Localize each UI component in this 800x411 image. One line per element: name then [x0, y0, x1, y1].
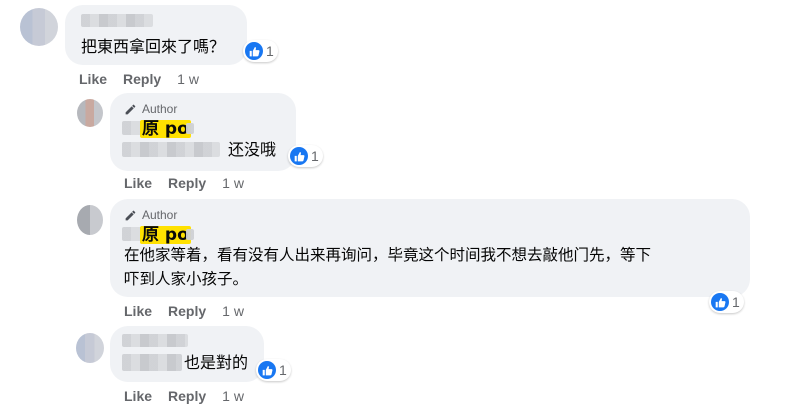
pencil-icon — [125, 210, 136, 220]
comment-text: 也是對的 — [184, 353, 249, 372]
like-thumb-icon — [711, 293, 729, 311]
original-poster-tag: 原 po — [140, 225, 191, 245]
comment-bubble: 也是對的 — [110, 326, 264, 382]
comment-actions: Like Reply 1 w — [79, 71, 199, 87]
like-thumb-icon — [245, 42, 263, 60]
comment-actions: Like Reply 1 w — [124, 388, 244, 404]
reply-link[interactable]: Reply — [168, 388, 206, 404]
timestamp[interactable]: 1 w — [222, 303, 244, 319]
comment-text-line-1: 在他家等着，看有没有人出来再询问，毕竟这个时间我不想去敲他门先，等下 — [124, 246, 652, 264]
reaction-count[interactable]: 1 — [288, 145, 323, 167]
reaction-count[interactable]: 1 — [709, 291, 744, 313]
like-thumb-icon — [258, 361, 276, 379]
like-link[interactable]: Like — [124, 175, 152, 191]
comment-text-line-2: 吓到人家小孩子。 — [124, 270, 249, 288]
reaction-count[interactable]: 1 — [256, 359, 291, 381]
avatar[interactable] — [76, 333, 104, 363]
reply-link[interactable]: Reply — [123, 71, 161, 87]
reaction-number: 1 — [732, 294, 740, 310]
blurred-username — [186, 123, 194, 134]
original-poster-tag: 原 po — [140, 119, 191, 139]
like-link[interactable]: Like — [124, 303, 152, 319]
blurred-text — [122, 354, 182, 371]
comment-bubble: Author 原 po 在他家等着，看有没有人出来再询问，毕竟这个时间我不想去敲… — [110, 199, 750, 297]
timestamp[interactable]: 1 w — [222, 175, 244, 191]
author-label: Author — [142, 102, 178, 116]
pencil-icon — [125, 104, 136, 114]
avatar[interactable] — [77, 205, 103, 235]
blurred-username[interactable] — [122, 227, 142, 241]
like-link[interactable]: Like — [124, 388, 152, 404]
comment-bubble: Author 原 po 还没哦 — [110, 93, 296, 171]
blurred-username[interactable] — [122, 121, 142, 135]
comment-bubble: 把東西拿回來了嗎？ — [65, 5, 247, 65]
reaction-count[interactable]: 1 — [243, 40, 278, 62]
avatar[interactable] — [77, 99, 103, 127]
timestamp[interactable]: 1 w — [177, 71, 199, 87]
comment-text: 还没哦 — [228, 140, 277, 159]
reaction-number: 1 — [311, 148, 319, 164]
blurred-username[interactable] — [81, 14, 153, 27]
like-thumb-icon — [290, 147, 308, 165]
avatar[interactable] — [20, 8, 58, 46]
author-badge: Author — [124, 208, 177, 222]
blurred-username[interactable] — [122, 334, 188, 347]
reaction-number: 1 — [266, 43, 274, 59]
comment-actions: Like Reply 1 w — [124, 303, 244, 319]
blurred-text — [122, 142, 220, 157]
reaction-number: 1 — [279, 362, 287, 378]
timestamp[interactable]: 1 w — [222, 388, 244, 404]
reply-link[interactable]: Reply — [168, 303, 206, 319]
author-badge: Author — [124, 102, 177, 116]
author-label: Author — [142, 208, 178, 222]
reply-link[interactable]: Reply — [168, 175, 206, 191]
like-link[interactable]: Like — [79, 71, 107, 87]
comment-text: 把東西拿回來了嗎？ — [81, 37, 226, 56]
blurred-username — [186, 229, 194, 240]
comment-actions: Like Reply 1 w — [124, 175, 244, 191]
